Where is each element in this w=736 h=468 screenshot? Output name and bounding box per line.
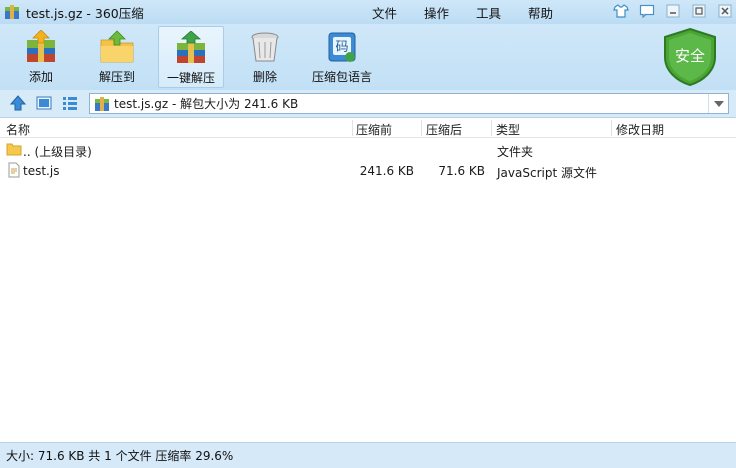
window-title: test.js.gz - 360压缩 xyxy=(26,5,144,21)
row-type: JavaScript 源文件 xyxy=(497,166,597,180)
shirt-icon xyxy=(613,4,629,18)
extract-to-button[interactable]: 解压到 xyxy=(84,26,150,88)
security-shield-icon[interactable]: 安全 xyxy=(661,27,719,87)
status-text: 大小: 71.6 KB 共 1 个文件 压缩率 29.6% xyxy=(6,449,234,463)
menu-help[interactable]: 帮助 xyxy=(528,0,553,24)
app-icon xyxy=(5,5,19,19)
add-button[interactable]: 添加 xyxy=(8,26,74,88)
status-bar: 大小: 71.6 KB 共 1 个文件 压缩率 29.6% xyxy=(0,442,736,468)
row-type: 文件夹 xyxy=(497,145,534,159)
folder-icon xyxy=(6,143,22,156)
maximize-button[interactable] xyxy=(688,2,710,20)
menu-tools-label: 工具 xyxy=(476,5,502,21)
column-divider[interactable] xyxy=(421,120,422,136)
archive-language-icon: 码 xyxy=(328,32,356,62)
one-click-extract-button[interactable]: 一键解压 xyxy=(158,26,224,88)
file-list: .. (上级目录) 文件夹 test.js 241.6 KB 71.6 KB J… xyxy=(0,139,736,439)
toolbar: 添加 解压到 一键解压 删除 码 压缩包语言 xyxy=(0,24,736,90)
up-arrow-icon[interactable] xyxy=(10,95,26,111)
list-view-icon[interactable] xyxy=(62,95,78,111)
column-divider[interactable] xyxy=(352,120,353,136)
archive-language-label: 压缩包语言 xyxy=(311,70,372,84)
path-dropdown-button[interactable] xyxy=(708,94,728,113)
minimize-button[interactable] xyxy=(662,2,684,20)
js-file-icon xyxy=(8,162,20,178)
column-modified[interactable]: 修改日期 xyxy=(616,121,664,138)
menu-file[interactable]: 文件 xyxy=(372,0,397,24)
delete-label: 删除 xyxy=(252,70,277,84)
column-type[interactable]: 类型 xyxy=(496,121,520,138)
menu-tools[interactable]: 工具 xyxy=(476,0,501,24)
row-size: 241.6 KB xyxy=(359,164,414,178)
skin-button[interactable] xyxy=(610,2,632,20)
archive-icon xyxy=(95,96,109,111)
menu-actions[interactable]: 操作 xyxy=(424,0,449,24)
path-text: test.js.gz - 解包大小为 241.6 KB xyxy=(114,97,299,111)
column-divider[interactable] xyxy=(491,120,492,136)
table-row[interactable]: test.js 241.6 KB 71.6 KB JavaScript 源文件 xyxy=(0,160,736,181)
column-packed[interactable]: 压缩后 xyxy=(426,121,462,138)
one-click-extract-label: 一键解压 xyxy=(166,71,215,85)
table-row[interactable]: .. (上级目录) 文件夹 xyxy=(0,139,736,160)
delete-button[interactable]: 删除 xyxy=(232,26,298,88)
extract-to-icon xyxy=(100,30,134,63)
close-button[interactable] xyxy=(714,2,736,20)
close-icon xyxy=(718,4,732,18)
add-label: 添加 xyxy=(28,70,53,84)
column-divider[interactable] xyxy=(611,120,612,136)
menu-file-label: 文件 xyxy=(372,5,398,21)
minimize-icon xyxy=(666,4,680,18)
message-icon xyxy=(639,4,655,18)
row-packed: 71.6 KB xyxy=(438,164,485,178)
thumbnail-view-icon[interactable] xyxy=(36,95,52,111)
column-headers: 名称 压缩前 压缩后 类型 修改日期 xyxy=(0,118,736,138)
navigation-bar: test.js.gz - 解包大小为 241.6 KB xyxy=(0,90,736,118)
row-name: .. (上级目录) xyxy=(23,145,92,159)
extract-to-label: 解压到 xyxy=(98,70,135,84)
security-label: 安全 xyxy=(675,47,705,65)
add-archive-icon xyxy=(27,30,55,62)
archive-language-button[interactable]: 码 压缩包语言 xyxy=(305,26,379,88)
column-name[interactable]: 名称 xyxy=(6,121,30,138)
chevron-down-icon xyxy=(713,100,724,107)
menu-actions-label: 操作 xyxy=(424,5,450,21)
path-field[interactable]: test.js.gz - 解包大小为 241.6 KB xyxy=(89,93,729,114)
trash-icon xyxy=(251,32,279,62)
window-controls xyxy=(610,2,736,20)
menu-help-label: 帮助 xyxy=(528,5,554,21)
row-name: test.js xyxy=(23,164,60,178)
maximize-icon xyxy=(692,4,706,18)
archive-language-badge: 码 xyxy=(335,40,348,55)
column-size[interactable]: 压缩前 xyxy=(356,121,392,138)
one-click-extract-icon xyxy=(177,31,205,63)
feedback-button[interactable] xyxy=(636,2,658,20)
